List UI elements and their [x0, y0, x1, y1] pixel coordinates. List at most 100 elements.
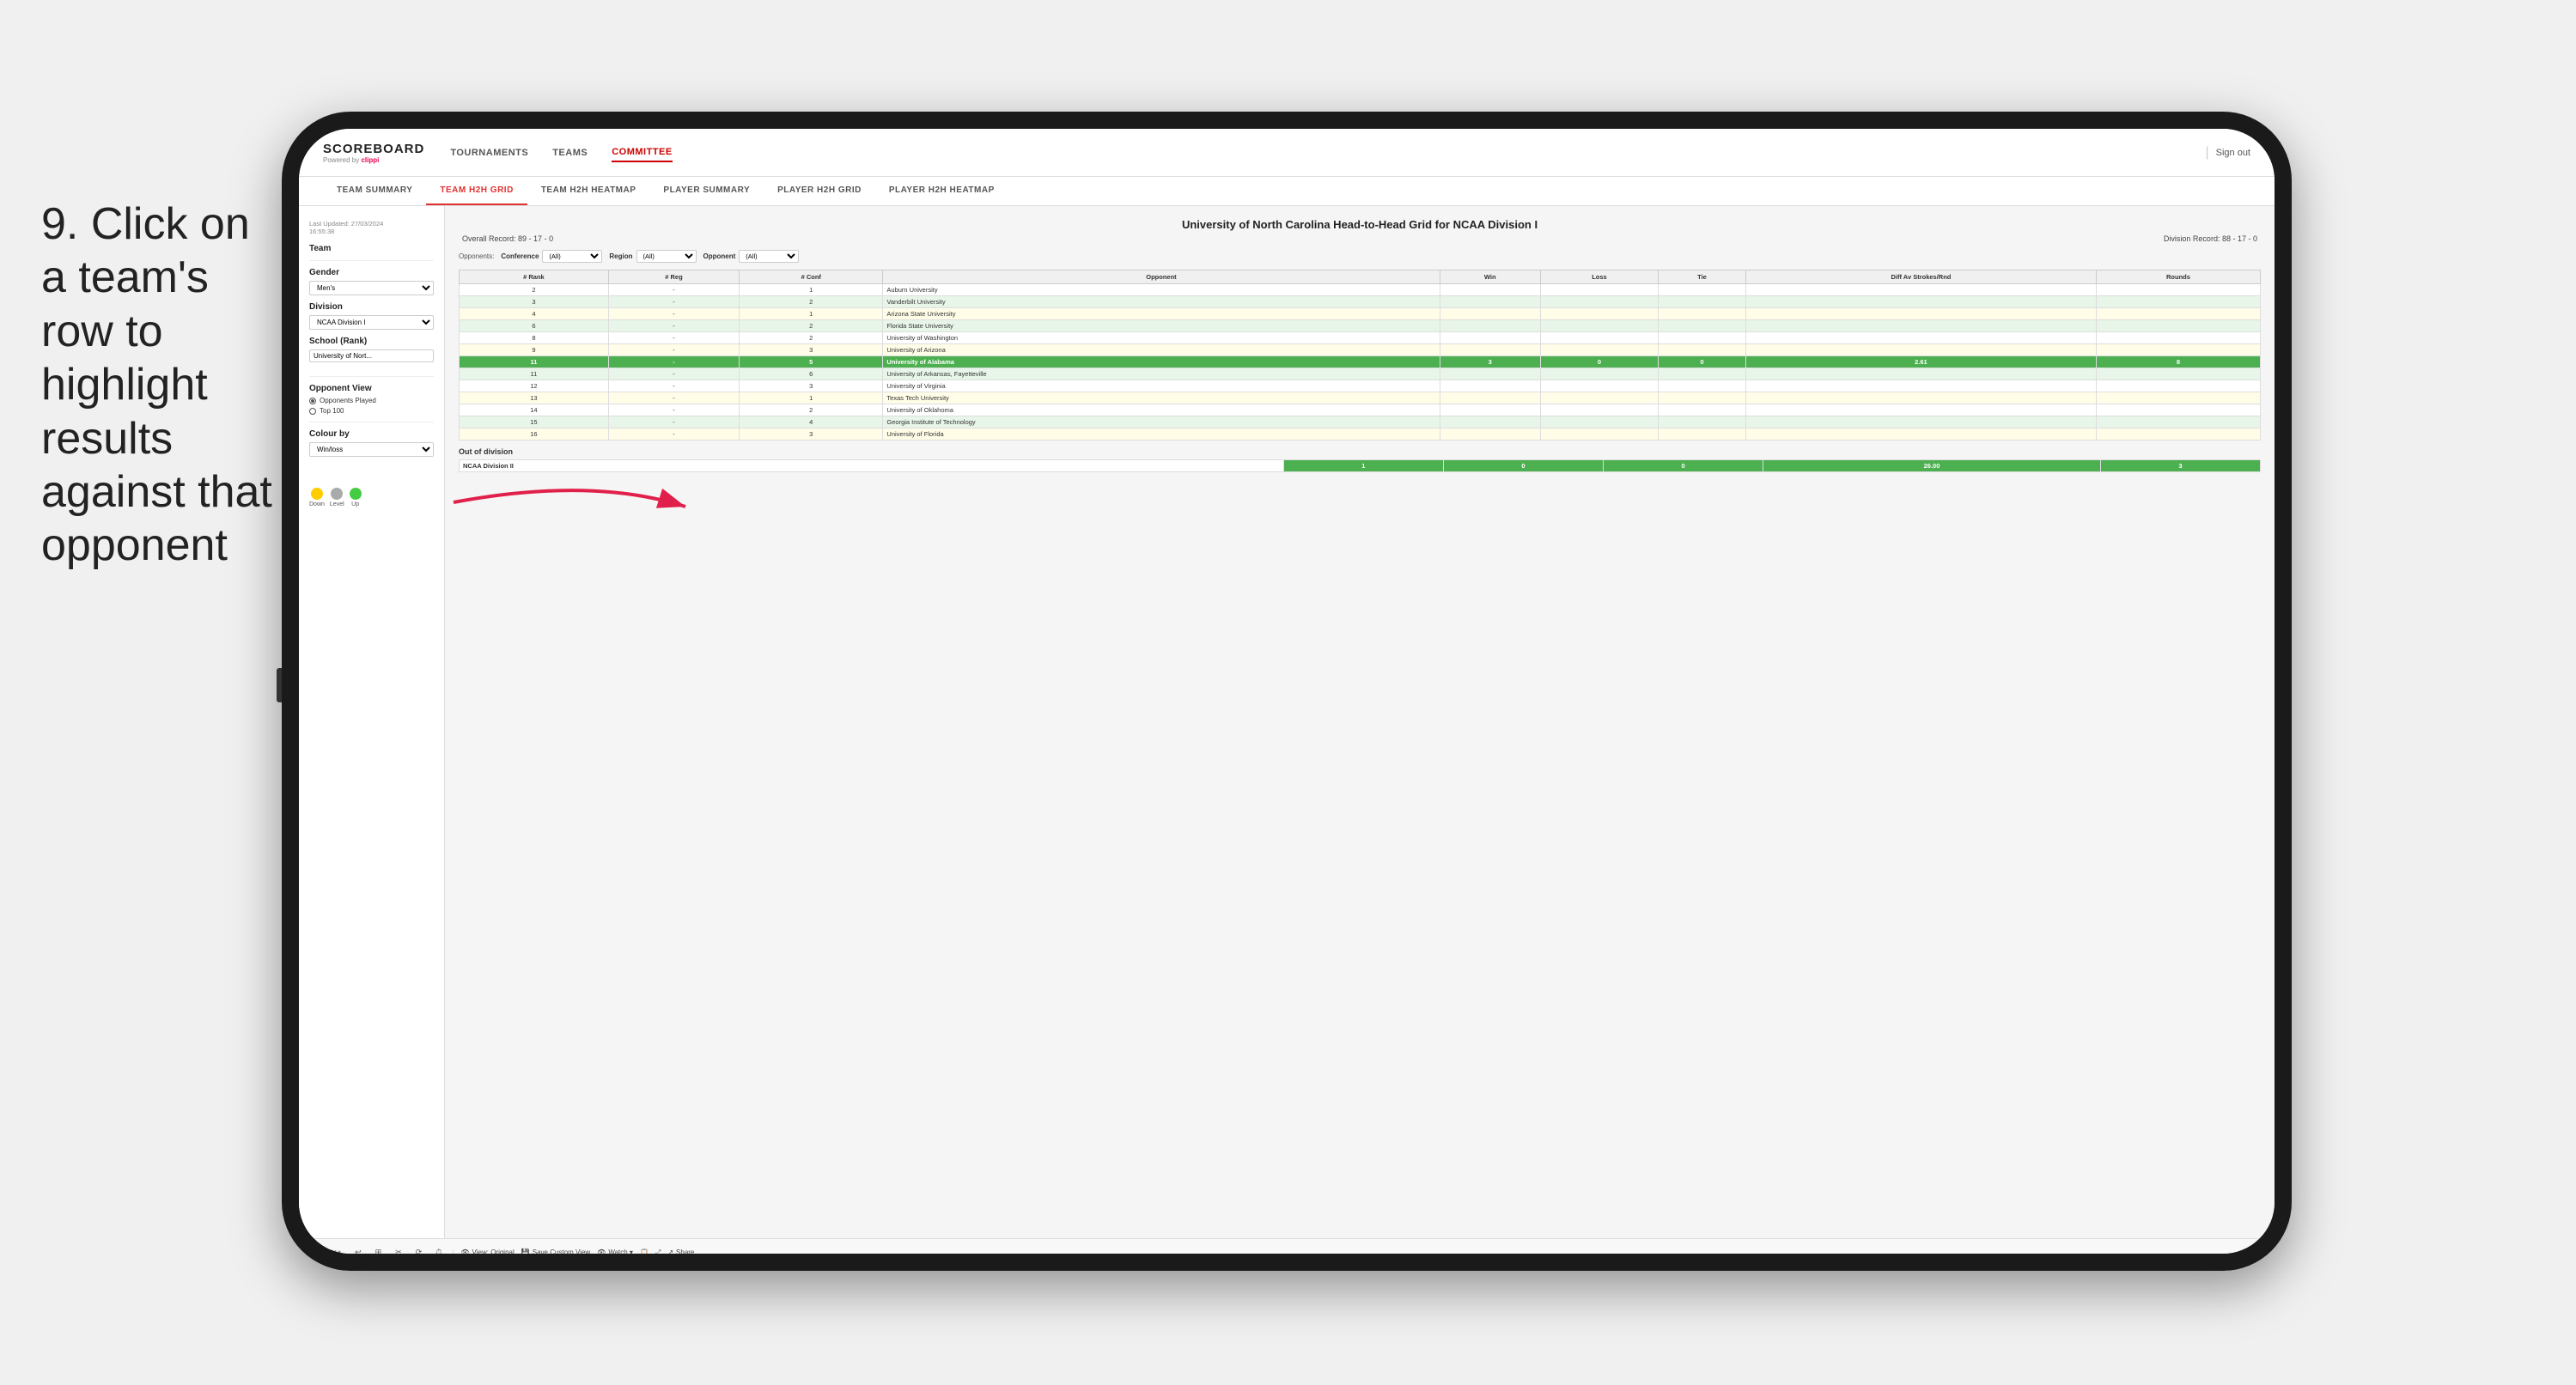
table-cell: -	[608, 356, 739, 368]
out-div-division: NCAA Division II	[460, 460, 1284, 472]
nav-committee[interactable]: COMMITTEE	[612, 143, 673, 162]
table-cell: 2	[740, 332, 883, 344]
table-cell	[1659, 284, 1746, 296]
tab-team-summary[interactable]: TEAM SUMMARY	[323, 177, 426, 205]
region-filter: Region (All)	[609, 250, 696, 263]
expand-btn[interactable]: ⤢	[655, 1248, 661, 1254]
table-row[interactable]: 15-4Georgia Institute of Technology	[460, 416, 2261, 428]
colour-by-select[interactable]: Win/loss	[309, 442, 434, 457]
table-cell	[1440, 380, 1540, 392]
table-cell: 2	[740, 320, 883, 332]
table-cell: University of Oklahoma	[883, 404, 1440, 416]
tab-team-h2h-grid[interactable]: TEAM H2H GRID	[426, 177, 527, 205]
table-cell: 11	[460, 356, 609, 368]
refresh-btn[interactable]: ⟳	[412, 1246, 426, 1254]
table-cell	[1745, 380, 2096, 392]
h2h-grid-table: # Rank # Reg # Conf Opponent Win Loss Ti…	[459, 270, 2261, 440]
table-row[interactable]: 11-5University of Alabama3002.618	[460, 356, 2261, 368]
table-row[interactable]: 6-2Florida State University	[460, 320, 2261, 332]
table-cell: 2.61	[1745, 356, 2096, 368]
table-cell: -	[608, 320, 739, 332]
table-cell	[1440, 404, 1540, 416]
school-input[interactable]	[309, 349, 434, 362]
col-tie: Tie	[1659, 270, 1746, 284]
table-cell: University of Florida	[883, 428, 1440, 440]
out-div-rounds: 3	[2100, 460, 2260, 472]
table-cell: University of Virginia	[883, 380, 1440, 392]
tab-team-h2h-heatmap[interactable]: TEAM H2H HEATMAP	[527, 177, 650, 205]
redo-btn[interactable]: ↪	[332, 1246, 345, 1254]
table-cell	[1540, 332, 1658, 344]
table-cell	[1745, 392, 2096, 404]
table-cell	[2096, 284, 2260, 296]
table-cell: -	[608, 404, 739, 416]
table-cell	[1745, 332, 2096, 344]
region-select[interactable]: (All)	[636, 250, 697, 263]
undo-btn[interactable]: ↩	[311, 1246, 325, 1254]
grid-btn[interactable]: ⊞	[372, 1246, 386, 1254]
out-div-tie: 0	[1604, 460, 1763, 472]
table-row[interactable]: 3-2Vanderbilt University	[460, 296, 2261, 308]
out-div-diff: 26.00	[1763, 460, 2101, 472]
radio-opponents-played[interactable]: Opponents Played	[309, 397, 434, 404]
table-row[interactable]: 2-1Auburn University	[460, 284, 2261, 296]
table-cell: -	[608, 296, 739, 308]
table-cell	[2096, 392, 2260, 404]
table-row[interactable]: 4-1Arizona State University	[460, 308, 2261, 320]
col-diff: Diff Av Strokes/Rnd	[1745, 270, 2096, 284]
out-div-win: 1	[1283, 460, 1443, 472]
conference-select[interactable]: (All)	[542, 250, 602, 263]
conference-filter: Conference (All)	[501, 250, 602, 263]
nav-tournaments[interactable]: TOURNAMENTS	[450, 144, 528, 161]
back-btn[interactable]: ↩	[351, 1246, 365, 1254]
logo-scoreboard: SCOREBOARD	[323, 142, 424, 156]
table-row[interactable]: 13-1Texas Tech University	[460, 392, 2261, 404]
table-row[interactable]: 8-2University of Washington	[460, 332, 2261, 344]
table-row[interactable]: 16-3University of Florida	[460, 428, 2261, 440]
tab-player-h2h-heatmap[interactable]: PLAYER H2H HEATMAP	[875, 177, 1008, 205]
gender-select[interactable]: Men's	[309, 281, 434, 295]
view-original-btn[interactable]: 👁 View: Original	[460, 1248, 514, 1254]
tablet-side-button	[277, 668, 282, 702]
legend-up: Up	[350, 488, 362, 507]
clipboard-btn[interactable]: 📋	[640, 1248, 649, 1254]
out-division-row[interactable]: NCAA Division II 1 0 0 26.00 3	[460, 460, 2261, 472]
table-row[interactable]: 11-6University of Arkansas, Fayetteville	[460, 368, 2261, 380]
watch-btn[interactable]: 👁 Watch ▾	[597, 1248, 633, 1254]
sign-out-link[interactable]: Sign out	[2216, 148, 2250, 158]
table-row[interactable]: 9-3University of Arizona	[460, 344, 2261, 356]
save-custom-view-btn[interactable]: 💾 Save Custom View	[521, 1248, 590, 1254]
table-cell: 11	[460, 368, 609, 380]
tablet-frame: SCOREBOARD Powered by clippi TOURNAMENTS…	[282, 112, 2292, 1271]
table-cell	[1659, 428, 1746, 440]
nav-teams[interactable]: TEAMS	[552, 144, 588, 161]
legend-level-icon	[331, 488, 343, 500]
table-row[interactable]: 14-2University of Oklahoma	[460, 404, 2261, 416]
last-updated: Last Updated: 27/03/2024 16:55:38	[309, 220, 434, 235]
table-cell: 3	[740, 380, 883, 392]
colour-by-label: Colour by	[309, 429, 434, 439]
table-cell	[1440, 296, 1540, 308]
table-cell	[1540, 392, 1658, 404]
main-content: Last Updated: 27/03/2024 16:55:38 Team G…	[299, 206, 2275, 1238]
table-cell	[1745, 416, 2096, 428]
table-cell	[2096, 416, 2260, 428]
table-cell	[1659, 344, 1746, 356]
cut-btn[interactable]: ✂	[392, 1246, 405, 1254]
table-cell	[1745, 320, 2096, 332]
division-select[interactable]: NCAA Division I	[309, 315, 434, 330]
tab-player-summary[interactable]: PLAYER SUMMARY	[649, 177, 764, 205]
opponent-select[interactable]: (All)	[739, 250, 799, 263]
table-cell: Florida State University	[883, 320, 1440, 332]
radio-top100[interactable]: Top 100	[309, 407, 434, 415]
table-cell: Auburn University	[883, 284, 1440, 296]
sub-tabs-bar: TEAM SUMMARY TEAM H2H GRID TEAM H2H HEAT…	[299, 177, 2275, 206]
table-cell: 4	[460, 308, 609, 320]
team-label: Team	[309, 244, 434, 253]
table-cell	[1745, 296, 2096, 308]
share-btn[interactable]: ↗ Share	[667, 1248, 694, 1254]
school-label: School (Rank)	[309, 337, 434, 346]
timer-btn[interactable]: ⏱	[432, 1246, 445, 1254]
table-row[interactable]: 12-3University of Virginia	[460, 380, 2261, 392]
tab-player-h2h-grid[interactable]: PLAYER H2H GRID	[764, 177, 875, 205]
